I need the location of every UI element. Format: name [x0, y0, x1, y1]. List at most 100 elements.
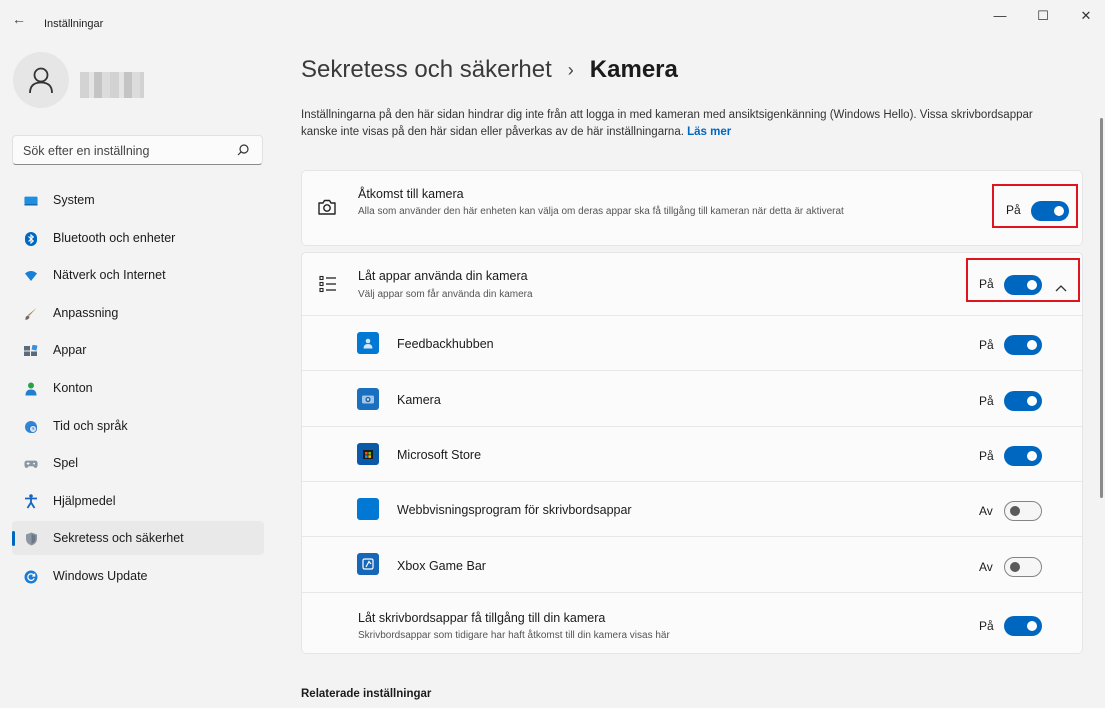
apps-icon — [24, 344, 38, 358]
app-state-label: På — [979, 338, 994, 352]
sidebar-item-label: Hjälpmedel — [53, 493, 116, 508]
list-icon — [319, 275, 337, 298]
camera-access-title: Åtkomst till kamera — [358, 187, 464, 201]
globe-clock-icon — [24, 420, 38, 434]
update-icon — [24, 570, 38, 584]
page-title: Kamera — [589, 56, 678, 83]
list-item: Kamera På — [302, 370, 1082, 426]
app-name: Microsoft Store — [397, 448, 482, 462]
sidebar-item-label: Sekretess och säkerhet — [53, 531, 184, 546]
camera-icon — [317, 198, 337, 221]
sidebar-item-accessibility[interactable]: Hjälpmedel — [12, 484, 264, 518]
maximize-button[interactable]: ☐ — [1028, 6, 1058, 26]
app-toggle-xbox-game-bar[interactable] — [1004, 557, 1042, 577]
desktop-apps-row: Låt skrivbordsappar få tillgång till din… — [302, 592, 1082, 654]
back-button[interactable]: ← — [10, 10, 28, 28]
search-icon[interactable] — [236, 143, 250, 157]
camera-access-subtitle: Alla som använder den här enheten kan vä… — [358, 206, 844, 217]
title-bar: ← Inställningar — ☐ ✕ — [0, 0, 1105, 36]
let-apps-subtitle: Välj appar som får använda din kamera — [358, 289, 533, 300]
sidebar-item-bluetooth[interactable]: Bluetooth och enheter — [12, 221, 264, 255]
person-icon — [24, 382, 38, 396]
highlight-box-let-apps — [966, 258, 1080, 302]
sidebar-item-label: Windows Update — [53, 568, 148, 583]
highlight-box-camera-access — [992, 184, 1078, 228]
app-toggle-feedbackhubben[interactable] — [1004, 335, 1042, 355]
app-toggle-microsoft-store[interactable] — [1004, 446, 1042, 466]
minimize-icon: — — [993, 8, 1007, 23]
sidebar-item-personalization[interactable]: Anpassning — [12, 296, 264, 330]
sidebar-item-label: Tid och språk — [53, 418, 128, 433]
sidebar-item-apps[interactable]: Appar — [12, 333, 264, 367]
accessibility-icon — [24, 494, 38, 509]
sidebar-item-label: Konton — [53, 380, 93, 395]
camera-access-card: Åtkomst till kamera Alla som använder de… — [301, 170, 1083, 246]
wifi-icon — [24, 269, 38, 283]
app-state-label: Av — [979, 504, 993, 518]
desktop-apps-subtitle: Skrivbordsappar som tidigare har haft åt… — [358, 630, 670, 641]
sidebar-item-label: Spel — [53, 456, 79, 471]
webview-app-icon — [357, 498, 379, 520]
profile-name-blurred — [80, 72, 144, 98]
monitor-icon — [24, 194, 38, 208]
app-toggle-kamera[interactable] — [1004, 391, 1042, 411]
list-item: Xbox Game Bar Av — [302, 536, 1082, 592]
app-toggle-webview[interactable] — [1004, 501, 1042, 521]
sidebar-nav: System Bluetooth och enheter Nätverk och… — [12, 183, 264, 597]
app-name: Kamera — [397, 393, 441, 407]
sidebar-item-accounts[interactable]: Konton — [12, 371, 264, 405]
sidebar-item-label: System — [53, 193, 95, 207]
sidebar-item-label: Bluetooth och enheter — [53, 230, 176, 245]
sidebar-item-label: Anpassning — [53, 305, 119, 320]
microsoft-store-icon — [357, 443, 379, 465]
learn-more-link[interactable]: Läs mer — [687, 126, 731, 138]
desktop-apps-state-label: På — [979, 619, 994, 633]
app-name: Webbvisningsprogram för skrivbordsappar — [397, 503, 632, 517]
list-item: Webbvisningsprogram för skrivbordsappar … — [302, 481, 1082, 536]
breadcrumb-parent-link[interactable]: Sekretess och säkerhet — [301, 56, 552, 84]
chevron-right-icon: › — [567, 59, 574, 80]
app-state-label: På — [979, 394, 994, 408]
description-text: Inställningarna på den här sidan hindrar… — [301, 109, 1033, 138]
let-apps-card: Låt appar använda din kamera Välj appar … — [301, 252, 1083, 654]
app-state-label: Av — [979, 560, 993, 574]
back-arrow-icon: ← — [12, 11, 26, 27]
sidebar-item-label: Appar — [53, 343, 87, 358]
sidebar-item-label: Nätverk och Internet — [53, 268, 166, 283]
gamepad-icon — [24, 457, 38, 471]
avatar[interactable] — [13, 52, 69, 108]
let-apps-title: Låt appar använda din kamera — [358, 269, 528, 283]
desktop-apps-title: Låt skrivbordsappar få tillgång till din… — [358, 611, 606, 625]
sidebar-item-time-language[interactable]: Tid och språk — [12, 409, 264, 443]
desktop-apps-toggle[interactable] — [1004, 616, 1042, 636]
scrollbar[interactable] — [1100, 118, 1103, 498]
active-indicator — [12, 531, 15, 547]
sidebar-item-network[interactable]: Nätverk och Internet — [12, 258, 264, 292]
app-name: Feedbackhubben — [397, 337, 494, 351]
list-item: Feedbackhubben På — [302, 315, 1082, 370]
search-input[interactable] — [23, 142, 223, 160]
list-item: Microsoft Store På — [302, 426, 1082, 481]
shield-icon — [24, 532, 38, 546]
page-description: Inställningarna på den här sidan hindrar… — [301, 107, 1071, 141]
sidebar-item-privacy-security[interactable]: Sekretess och säkerhet — [12, 521, 264, 556]
minimize-button[interactable]: — — [985, 6, 1015, 26]
close-icon: ✕ — [1080, 8, 1092, 23]
breadcrumb: Sekretess och säkerhet › Kamera — [301, 56, 678, 84]
sidebar-item-windows-update[interactable]: Windows Update — [12, 559, 264, 593]
sidebar-item-gaming[interactable]: Spel — [12, 446, 264, 480]
xbox-game-bar-icon — [357, 553, 379, 575]
app-state-label: På — [979, 449, 994, 463]
brush-icon — [24, 307, 38, 321]
search-box[interactable] — [12, 135, 263, 165]
camera-app-icon — [357, 388, 379, 410]
bluetooth-icon — [24, 231, 38, 246]
close-button[interactable]: ✕ — [1071, 6, 1101, 26]
app-name: Xbox Game Bar — [397, 559, 486, 573]
sidebar-item-system[interactable]: System — [12, 183, 264, 217]
related-settings-heading: Relaterade inställningar — [301, 688, 432, 700]
maximize-icon: ☐ — [1037, 8, 1049, 23]
let-apps-header-row[interactable]: Låt appar använda din kamera Välj appar … — [302, 253, 1082, 315]
feedback-hub-icon — [357, 332, 379, 354]
app-title: Inställningar — [44, 18, 104, 30]
